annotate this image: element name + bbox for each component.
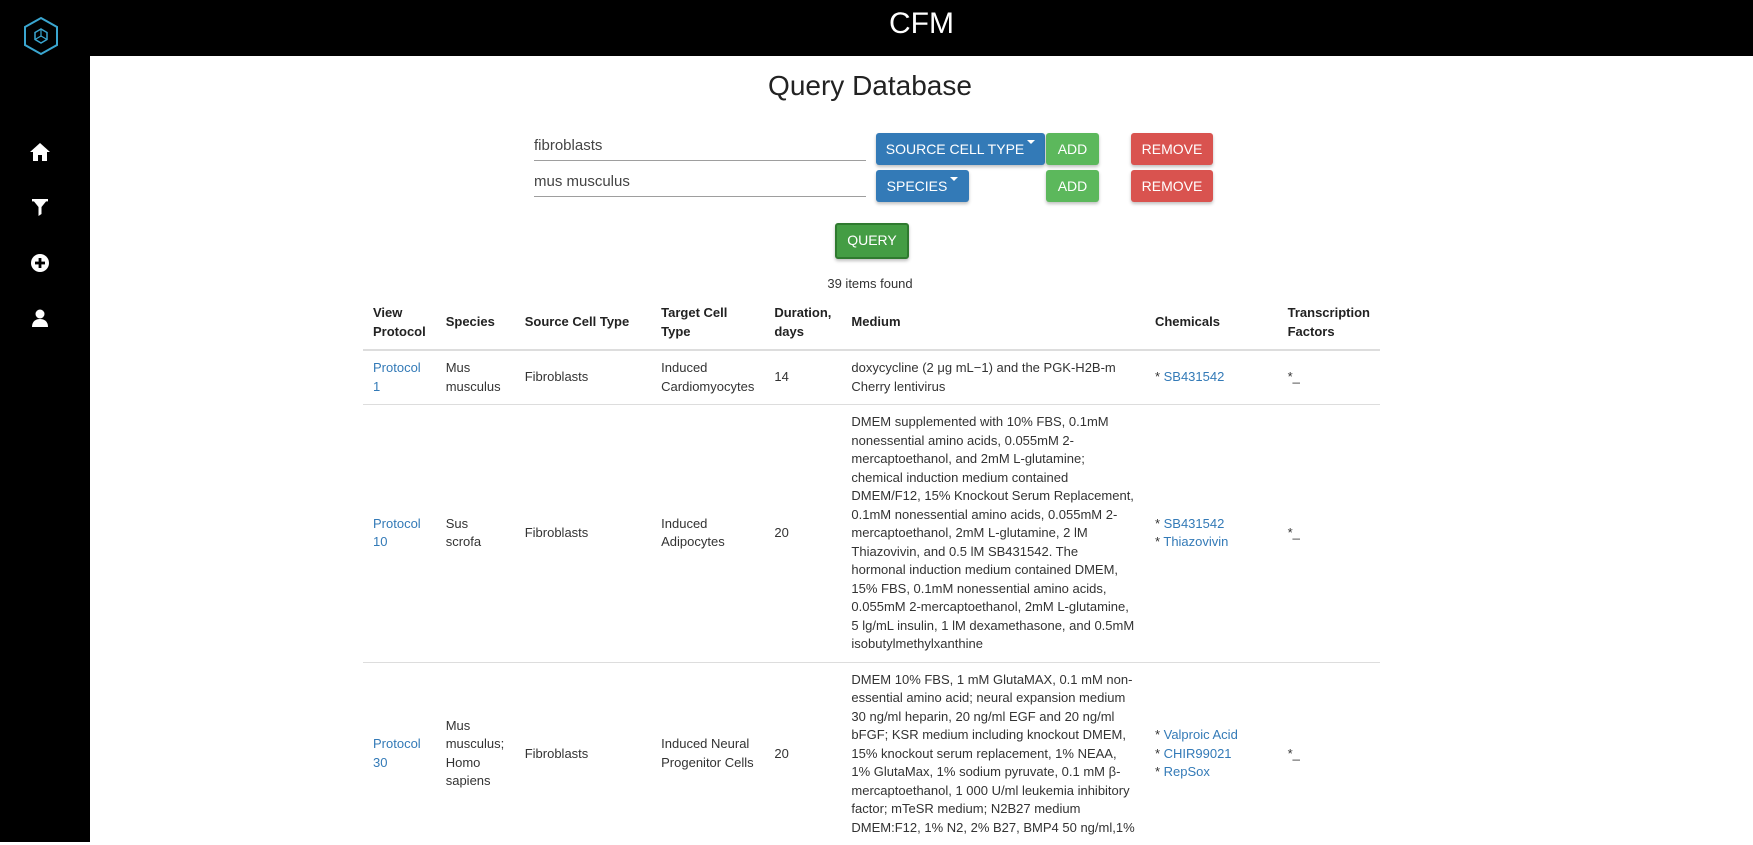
- medium-cell: DMEM 10% FBS, 1 mM GlutaMAX, 0.1 mM non-…: [841, 661, 1145, 845]
- tf-cell: *_: [1277, 404, 1380, 662]
- filter-icon: [32, 199, 48, 216]
- page-title: Query Database: [768, 70, 972, 101]
- target-cell: Induced Adipocytes: [651, 404, 765, 662]
- column-header-medium: Medium: [841, 296, 1145, 351]
- results-table: View Protocol Species Source Cell Type T…: [363, 296, 1380, 845]
- sidebar: [0, 0, 90, 842]
- chemical-item: * Valproic Acid: [1154, 727, 1238, 742]
- duration-cell: 20: [764, 661, 842, 845]
- add-filter-label: ADD: [1057, 178, 1088, 194]
- column-header-view-protocol: View Protocol: [363, 296, 436, 351]
- column-header-species: Species: [435, 296, 515, 351]
- main-content: Query Database SOURCE CELL TYPE ADD REMO…: [90, 56, 1753, 845]
- filter-value-input[interactable]: [534, 130, 866, 161]
- target-cell: Induced Cardiomyocytes: [651, 349, 765, 405]
- chemical-link[interactable]: CHIR99021: [1164, 746, 1232, 761]
- source-cell: Fibroblasts: [514, 349, 652, 405]
- source-cell: Fibroblasts: [514, 404, 652, 662]
- species-cell: Mus musculus; Homo sapiens: [435, 661, 515, 845]
- medium-cell: DMEM supplemented with 10% FBS, 0.1mM no…: [841, 404, 1145, 662]
- filter-type-label: SPECIES: [886, 178, 948, 194]
- table-row: Protocol 1 Mus musculus Fibroblasts Indu…: [363, 349, 1380, 405]
- sidebar-item-add[interactable]: [24, 247, 56, 279]
- tf-cell: *_: [1277, 349, 1380, 405]
- sidebar-item-home[interactable]: [24, 136, 56, 168]
- chevron-down-icon: [950, 177, 959, 181]
- table-row: Protocol 30 Mus musculus; Homo sapiens F…: [363, 661, 1380, 845]
- protocol-link[interactable]: Protocol 30: [373, 736, 421, 770]
- filter-type-dropdown[interactable]: SPECIES: [876, 170, 969, 202]
- results-count: 39 items found: [827, 276, 913, 291]
- chevron-down-icon: [1027, 140, 1036, 144]
- medium-cell: doxycycline (2 μg mL−1) and the PGK-H2B-…: [841, 349, 1145, 405]
- home-icon: [30, 143, 50, 161]
- query-button[interactable]: QUERY: [835, 223, 909, 259]
- remove-filter-label: REMOVE: [1141, 141, 1203, 157]
- add-filter-label: ADD: [1057, 141, 1088, 157]
- duration-cell: 14: [764, 349, 842, 405]
- chemicals-cell: * Valproic Acid * CHIR99021 * RepSox: [1144, 661, 1278, 845]
- sidebar-item-filter[interactable]: [24, 191, 56, 223]
- add-filter-button[interactable]: ADD: [1046, 170, 1099, 202]
- user-icon: [32, 309, 48, 327]
- remove-filter-button[interactable]: REMOVE: [1131, 170, 1213, 202]
- chemical-link[interactable]: RepSox: [1164, 764, 1210, 779]
- duration-cell: 20: [764, 404, 842, 662]
- chemicals-cell: * SB431542 * Thiazovivin: [1144, 404, 1278, 662]
- filter-value-input[interactable]: [534, 166, 866, 197]
- column-header-chemicals: Chemicals: [1144, 296, 1278, 351]
- chemical-item: * CHIR99021: [1154, 745, 1232, 761]
- chemical-link[interactable]: Thiazovivin: [1163, 534, 1228, 549]
- app-logo-icon[interactable]: [21, 16, 61, 56]
- filter-type-label: SOURCE CELL TYPE: [885, 141, 1025, 157]
- protocol-link[interactable]: Protocol 10: [373, 516, 421, 550]
- table-row: Protocol 10 Sus scrofa Fibroblasts Induc…: [363, 404, 1380, 662]
- chemical-item: * SB431542: [1154, 515, 1225, 531]
- remove-filter-label: REMOVE: [1141, 178, 1203, 194]
- remove-filter-button[interactable]: REMOVE: [1131, 133, 1213, 165]
- chemical-item: * Thiazovivin: [1154, 534, 1229, 550]
- column-header-tf: Transcription Factors: [1277, 296, 1380, 351]
- app-title: CFM: [889, 7, 954, 40]
- column-header-source: Source Cell Type: [514, 296, 652, 351]
- column-header-target: Target Cell Type: [651, 296, 765, 351]
- chemical-item: * RepSox: [1154, 764, 1210, 779]
- chemical-item: * SB431542: [1154, 369, 1225, 385]
- filter-type-dropdown[interactable]: SOURCE CELL TYPE: [876, 133, 1045, 165]
- species-cell: Mus musculus: [435, 349, 515, 405]
- add-circle-icon: [31, 254, 49, 272]
- species-cell: Sus scrofa: [435, 404, 515, 662]
- chemical-link[interactable]: SB431542: [1164, 516, 1225, 531]
- sidebar-item-user[interactable]: [24, 302, 56, 334]
- app-header: CFM: [90, 0, 1753, 56]
- column-header-duration: Duration, days: [764, 296, 842, 351]
- chemicals-cell: * SB431542: [1144, 349, 1278, 405]
- protocol-link[interactable]: Protocol 1: [373, 360, 421, 394]
- add-filter-button[interactable]: ADD: [1046, 133, 1099, 165]
- table-header-row: View Protocol Species Source Cell Type T…: [363, 296, 1380, 351]
- tf-cell: *_: [1277, 661, 1380, 845]
- chemical-link[interactable]: Valproic Acid: [1164, 727, 1238, 742]
- target-cell: Induced Neural Progenitor Cells: [651, 661, 765, 845]
- source-cell: Fibroblasts: [514, 661, 652, 845]
- query-label: QUERY: [847, 232, 897, 248]
- chemical-link[interactable]: SB431542: [1164, 369, 1225, 384]
